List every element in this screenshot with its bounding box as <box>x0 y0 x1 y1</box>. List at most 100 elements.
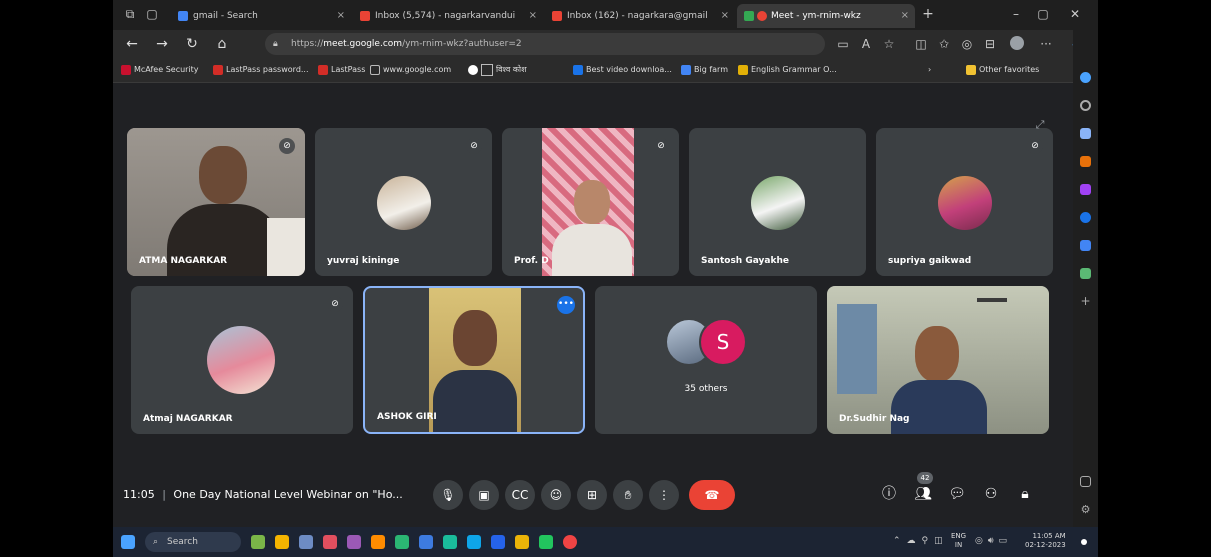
app-icon[interactable] <box>419 535 433 549</box>
meeting-details-icon[interactable]: ⓘ <box>879 484 899 504</box>
taskbar-search[interactable]: ⌕ Search <box>145 532 241 552</box>
participant-tile[interactable]: ⊘ Prof. D <box>502 128 679 276</box>
close-window-icon[interactable]: ✕ <box>1067 6 1083 22</box>
split-screen-icon[interactable]: ◫ <box>913 36 929 52</box>
mic-button[interactable]: 🎙︎ <box>433 480 463 510</box>
activities-icon[interactable]: ⚇ <box>981 484 1001 504</box>
chat-icon[interactable]: 💬︎ <box>947 484 967 504</box>
tab-inbox-2[interactable]: Inbox (162) - nagarkara@gmail × <box>545 4 735 28</box>
drop-icon[interactable] <box>1080 268 1091 279</box>
more-options-button[interactable]: ⋮ <box>649 480 679 510</box>
tab-gmail-search[interactable]: gmail - Search × <box>171 4 351 28</box>
close-tab-icon[interactable]: × <box>721 4 729 28</box>
address-bar-row: ← → ↻ ⌂ 🔒︎ https://meet.google.com/ym-rn… <box>113 30 1098 58</box>
collections-icon[interactable]: ⊟ <box>982 36 998 52</box>
others-tile[interactable]: S 35 others <box>595 286 817 434</box>
bookmark-mcafee[interactable]: McAfee Security <box>121 58 199 82</box>
raise-hand-button[interactable]: ✋︎ <box>613 480 643 510</box>
app-icon[interactable] <box>395 535 409 549</box>
discover-icon[interactable] <box>1080 72 1091 83</box>
home-icon[interactable]: ⌂ <box>213 35 231 53</box>
people-icon[interactable]: 👥︎ <box>913 484 933 504</box>
folder-icon[interactable] <box>515 535 529 549</box>
bookmark-lastpass[interactable]: LastPass <box>318 58 365 82</box>
lastpass-icon <box>213 65 223 75</box>
camera-button[interactable]: ▣ <box>469 480 499 510</box>
close-tab-icon[interactable]: × <box>901 4 909 28</box>
more-menu-icon[interactable]: ··· <box>1038 36 1054 52</box>
close-tab-icon[interactable]: × <box>529 4 537 28</box>
language-indicator[interactable]: ENG IN <box>951 532 966 550</box>
widgets-icon[interactable] <box>251 535 265 549</box>
leave-call-button[interactable]: ☎︎ <box>689 480 735 510</box>
app-icon[interactable] <box>443 535 457 549</box>
profile-avatar-icon[interactable] <box>1009 36 1025 52</box>
mic-muted-icon: ⊘ <box>466 138 482 154</box>
explorer-icon[interactable] <box>299 535 313 549</box>
office-icon[interactable] <box>1080 212 1091 223</box>
clock[interactable]: 11:05 AM 02-12-2023 <box>1025 532 1066 550</box>
pin-icon[interactable]: ⤢ <box>1033 118 1047 132</box>
forward-icon[interactable]: → <box>153 35 171 53</box>
add-sidebar-icon[interactable]: + <box>1080 295 1091 307</box>
favorites-icon[interactable]: ✩ <box>936 36 952 52</box>
app-icon[interactable] <box>371 535 385 549</box>
camera-permission-icon[interactable]: ▭ <box>835 36 851 52</box>
participant-tile[interactable]: ⊘ supriya gaikwad <box>876 128 1053 276</box>
windows-taskbar: ⌕ Search ⌃☁⚲◫ ENG IN ◎🔊︎▭ 11:05 AM 02-12… <box>113 527 1098 557</box>
outlook-icon[interactable] <box>1080 240 1091 251</box>
participant-avatar <box>751 176 805 230</box>
participant-tile[interactable]: Santosh Gayakhe <box>689 128 866 276</box>
bookmark-lastpass-password[interactable]: LastPass password... <box>213 58 309 82</box>
bookmark-big-farm[interactable]: Big farm <box>681 58 728 82</box>
bookmark-video-downloader[interactable]: Best video downloa... <box>573 58 672 82</box>
host-controls-icon[interactable]: 🔒︎ <box>1015 484 1035 504</box>
minimize-icon[interactable]: – <box>1008 6 1024 22</box>
reactions-button[interactable]: ☺ <box>541 480 571 510</box>
edge-icon[interactable] <box>467 535 481 549</box>
sidebar-settings-icon[interactable]: ⚙ <box>1080 504 1091 515</box>
tab-actions-icon[interactable]: ▢ <box>145 7 159 21</box>
bookmarks-chevron-icon[interactable]: › <box>928 58 931 82</box>
bookmark-google[interactable]: www.google.com <box>370 58 451 82</box>
app-icon[interactable] <box>347 535 361 549</box>
tab-inbox-1[interactable]: Inbox (5,574) - nagarkarvandui × <box>353 4 543 28</box>
hide-sidebar-icon[interactable] <box>1080 476 1091 487</box>
workspaces-icon[interactable]: ⧉ <box>123 7 137 21</box>
participant-tile[interactable]: ⊘ Atmaj NAGARKAR <box>131 286 353 434</box>
participant-tile[interactable]: ⊘ ATMA NAGARKAR <box>127 128 305 276</box>
app-icon[interactable] <box>323 535 337 549</box>
maximize-icon[interactable]: ▢ <box>1035 6 1051 22</box>
bookmark-english-grammar[interactable]: English Grammar O... <box>738 58 837 82</box>
shopping-icon[interactable] <box>1080 128 1091 139</box>
app-icon[interactable] <box>563 535 577 549</box>
tools-icon[interactable] <box>1080 156 1091 167</box>
whatsapp-icon[interactable] <box>539 535 553 549</box>
windows-start-icon[interactable] <box>121 535 135 549</box>
notification-dot[interactable] <box>1081 539 1087 545</box>
bookmark-vishwakosh[interactable]: विश्व कोश <box>468 58 527 82</box>
system-tray-icons[interactable]: ⌃☁⚲◫ <box>893 536 949 546</box>
participant-tile[interactable]: ⊘ yuvraj kininge <box>315 128 492 276</box>
search-favicon-icon <box>178 11 188 21</box>
captions-button[interactable]: CC <box>505 480 535 510</box>
more-options-icon[interactable]: ••• <box>557 296 575 314</box>
favorite-star-icon[interactable]: ☆ <box>881 36 897 52</box>
participant-tile[interactable]: Dr.Sudhir Nag <box>827 286 1049 434</box>
browser-essentials-icon[interactable]: ◎ <box>959 36 975 52</box>
url-input[interactable]: 🔒︎ https://meet.google.com/ym-rnim-wkz?a… <box>265 33 825 55</box>
refresh-icon[interactable]: ↻ <box>183 35 201 53</box>
bookmark-other-favorites[interactable]: Other favorites <box>966 58 1039 82</box>
back-icon[interactable]: ← <box>123 35 141 53</box>
app-icon[interactable] <box>491 535 505 549</box>
games-icon[interactable] <box>1080 184 1091 195</box>
network-volume-battery-icons[interactable]: ◎🔊︎▭ <box>975 536 1012 546</box>
close-tab-icon[interactable]: × <box>337 4 345 28</box>
tab-meet[interactable]: Meet - ym-rnim-wkz × <box>737 4 915 28</box>
search-icon[interactable] <box>1080 100 1091 111</box>
participant-tile-pinned[interactable]: ••• ASHOK GIRI <box>363 286 585 434</box>
chrome-icon[interactable] <box>275 535 289 549</box>
present-button[interactable]: ⊞ <box>577 480 607 510</box>
new-tab-button[interactable]: + <box>921 7 935 21</box>
read-aloud-icon[interactable]: A <box>858 36 874 52</box>
